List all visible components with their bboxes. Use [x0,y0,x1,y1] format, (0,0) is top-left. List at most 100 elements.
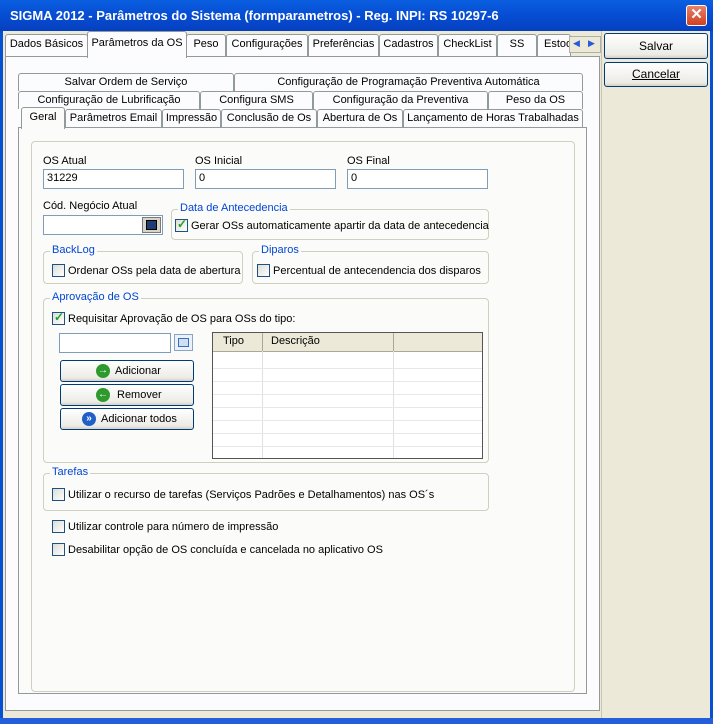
os-atual-label: OS Atual [43,155,87,167]
lookup-button[interactable] [174,334,193,351]
arrow-right-icon: → [96,364,110,378]
tab-label: SS [509,38,525,50]
tab-scroll-buttons: ◀ ▶ [569,36,601,53]
ordenar-os-label: Ordenar OSs pela data de abertura [68,265,241,277]
button-panel [601,31,710,718]
remover-label: Remover [117,389,162,401]
tab-checklist[interactable]: CheckList [438,34,497,56]
arrow-right-icon[interactable]: ▶ [588,38,595,49]
tab-peso[interactable]: Peso [186,34,226,56]
grid-row-line [213,407,482,408]
controle-impressao-checkbox[interactable] [52,520,65,533]
os-inicial-label: OS Inicial [195,155,243,167]
gerar-os-checkbox[interactable] [175,217,188,232]
remover-button[interactable]: ← Remover [60,384,194,406]
diparos-caption: Diparos [259,244,301,256]
subtab-config-programacao-preventiva[interactable]: Configuração de Programação Preventiva A… [234,73,583,91]
grid-row-line [213,433,482,434]
os-final-label: OS Final [347,155,390,167]
subtab-parametros-email[interactable]: Parâmetros Email [65,109,162,127]
save-button[interactable]: Salvar [604,33,708,59]
adicionar-todos-button[interactable]: » Adicionar todos [60,408,194,430]
tipo-os-input[interactable] [59,333,171,353]
ordenar-os-checkbox[interactable] [52,264,65,277]
desabilitar-opcao-label: Desabilitar opção de OS concluída e canc… [68,544,383,556]
subtab-geral[interactable]: Geral [21,107,65,129]
os-final-input[interactable]: 0 [347,169,488,189]
subtab-salvar-ordem[interactable]: Salvar Ordem de Serviço [18,73,234,91]
controle-impressao-label: Utilizar controle para número de impress… [68,521,279,533]
tab-label: Dados Básicos [9,38,84,50]
backlog-caption: BackLog [50,244,97,256]
adicionar-label: Adicionar [115,365,161,377]
subtab-label: Lançamento de Horas Trabalhadas [407,112,579,124]
tab-label: Estoq [544,38,571,50]
tab-preferencias[interactable]: Preferências [308,34,379,56]
save-label: Salvar [638,39,673,53]
tab-label: Configurações [231,38,303,50]
grid-col-tipo[interactable]: Tipo [223,335,244,347]
window-title: SIGMA 2012 - Parâmetros do Sistema (form… [10,8,499,23]
requisitar-aprovacao-checkbox[interactable] [52,310,65,325]
subtab-configura-sms[interactable]: Configura SMS [200,91,313,109]
subtab-lancamento-horas[interactable]: Lançamento de Horas Trabalhadas [403,109,583,127]
tab-estoque[interactable]: Estoq [537,34,571,56]
cancel-label: Cancelar [631,67,681,81]
grid-row-line [213,368,482,369]
lookup-icon [178,338,189,347]
subtab-label: Conclusão de Os [226,112,312,124]
calculator-button[interactable] [142,217,161,233]
desabilitar-opcao-checkbox[interactable] [52,543,65,556]
header-divider [393,333,394,351]
aprovacao-caption: Aprovação de OS [50,291,141,303]
grid-row-line [213,420,482,421]
subtab-label: Abertura de Os [322,112,398,124]
cod-negocio-label: Cód. Negócio Atual [43,200,138,212]
subtab-peso-da-os[interactable]: Peso da OS [488,91,583,109]
subtab-label: Impressão [165,112,218,124]
os-inicial-input[interactable]: 0 [195,169,336,189]
percentual-disparos-checkbox[interactable] [257,264,270,277]
tab-label: Parâmetros da OS [91,37,183,49]
subtab-label: Configuração da Preventiva [332,94,469,106]
tab-label: Cadastros [383,38,434,50]
tab-parametros-da-os[interactable]: Parâmetros da OS [87,31,187,58]
utilizar-tarefas-label: Utilizar o recurso de tarefas (Serviços … [68,489,435,501]
requisitar-aprovacao-label: Requisitar Aprovação de OS para OSs do t… [68,313,296,325]
tab-ss[interactable]: SS [497,34,537,56]
os-atual-input[interactable]: 31229 [43,169,184,189]
tab-configuracoes[interactable]: Configurações [226,34,308,56]
subtab-label: Configuração de Programação Preventiva A… [277,76,540,88]
subtab-label: Parâmetros Email [69,112,158,124]
utilizar-tarefas-checkbox[interactable] [52,488,65,501]
subtab-label: Configura SMS [219,94,294,106]
grid-header: Tipo Descrição [213,333,482,352]
tab-label: Peso [193,38,219,50]
subtab-label: Peso da OS [505,94,566,106]
tab-label: Preferências [312,38,375,50]
tab-cadastros[interactable]: Cadastros [379,34,438,56]
grid-row-line [213,446,482,447]
tipos-grid[interactable]: Tipo Descrição [212,332,483,459]
subtab-impressao[interactable]: Impressão [162,109,221,127]
subtab-config-preventiva[interactable]: Configuração da Preventiva [313,91,488,109]
subtab-label: Salvar Ordem de Serviço [64,76,188,88]
cancel-button[interactable]: Cancelar [604,62,708,87]
adicionar-button[interactable]: → Adicionar [60,360,194,382]
percentual-disparos-label: Percentual de antecendencia dos disparos [273,265,481,277]
close-button[interactable]: ✕ [686,5,707,26]
calculator-icon [146,220,157,230]
tab-dados-basicos[interactable]: Dados Básicos [5,34,88,56]
tab-label: CheckList [443,38,492,50]
subtab-abertura-de-os[interactable]: Abertura de Os [317,109,403,127]
arrow-left-icon: ← [96,388,110,402]
arrow-left-icon[interactable]: ◀ [573,38,580,49]
grid-row-line [213,394,482,395]
subtab-conclusao-de-os[interactable]: Conclusão de Os [221,109,317,127]
subtab-label: Configuração de Lubrificação [37,94,181,106]
grid-row-line [213,381,482,382]
antecedencia-caption: Data de Antecedencia [178,202,290,214]
gerar-os-label: Gerar OSs automaticamente apartir da dat… [191,220,489,232]
grid-col-descricao[interactable]: Descrição [271,335,320,347]
close-icon: ✕ [690,6,703,23]
